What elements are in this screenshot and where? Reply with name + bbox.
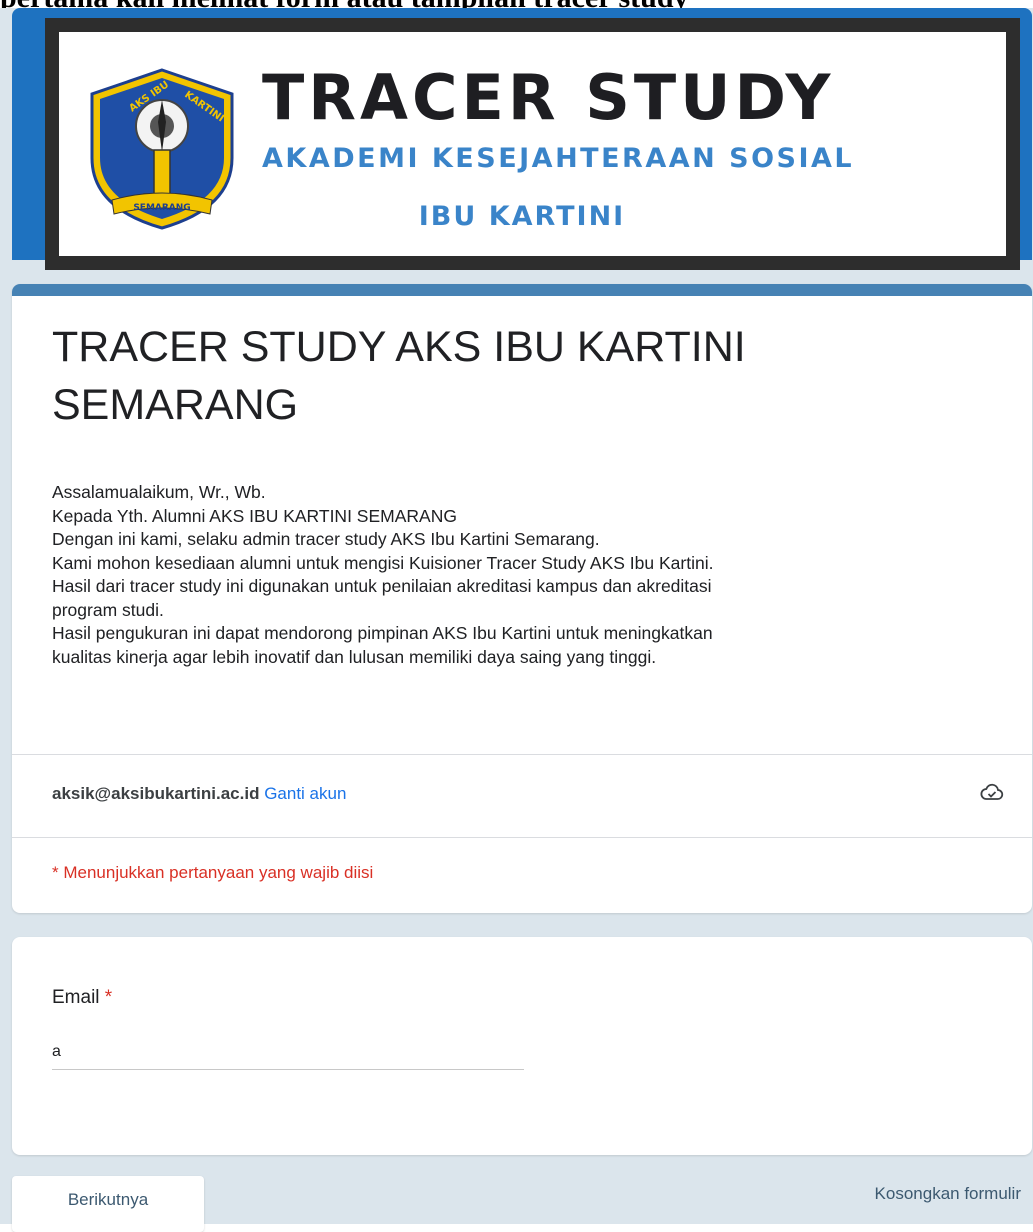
accent-strip [12,284,1032,296]
divider [12,837,1032,838]
aks-logo-icon: AKS IBU KARTINI SEMARANG [90,68,234,230]
form-title: TRACER STUDY AKS IBU KARTINI SEMARANG [52,318,992,434]
required-note: * Menunjukkan pertanyaan yang wajib diis… [52,863,374,882]
form-title-line: TRACER STUDY AKS IBU KARTINI [52,323,746,371]
banner-subtitle-second: IBU KARTINI [418,201,626,232]
description-line: program studi. [52,599,164,620]
clear-form-link[interactable]: Kosongkan formulir [875,1184,1021,1204]
svg-text:SEMARANG: SEMARANG [133,203,190,213]
banner-image: AKS IBU KARTINI SEMARANG TRACER STUDY AK… [59,32,1006,256]
required-asterisk: * [104,987,113,1008]
description-line: Kami mohon kesediaan alumni untuk mengis… [52,552,714,573]
question-title: Email [52,987,100,1008]
form-title-line: SEMARANG [52,381,299,429]
description-line: Assalamualaikum, Wr., Wb. [52,482,266,502]
account-email: aksik@aksibukartini.ac.id [52,784,260,803]
banner-frame: AKS IBU KARTINI SEMARANG TRACER STUDY AK… [45,18,1020,270]
description-line: Hasil dari tracer study ini digunakan un… [52,576,712,596]
question-label: Email * [52,987,112,1009]
divider [12,754,1032,755]
banner-title: TRACER STUDY [262,61,835,134]
description-line: Hasil pengukuran ini dapat mendorong pim… [52,623,713,643]
description-line: kualitas kinerja agar lebih inovatif dan… [52,646,657,667]
cloud-saved-icon [980,783,1004,800]
form-header-card: TRACER STUDY AKS IBU KARTINI SEMARANG As… [12,284,1032,913]
banner-subtitle: AKADEMI KESEJAHTERAAN SOSIAL [262,143,855,174]
email-field[interactable] [52,1035,524,1070]
question-card-email: Email * [12,937,1032,1155]
description-line: Kepada Yth. Alumni AKS IBU KARTINI SEMAR… [52,505,457,526]
switch-account-link[interactable]: Ganti akun [264,784,346,803]
description-line: Dengan ini kami, selaku admin tracer stu… [52,529,600,549]
account-row: aksik@aksibukartini.ac.id Ganti akun [52,784,346,804]
form-description: Assalamualaikum, Wr., Wb. Kepada Yth. Al… [52,481,1012,669]
header-banner: AKS IBU KARTINI SEMARANG TRACER STUDY AK… [12,8,1032,270]
